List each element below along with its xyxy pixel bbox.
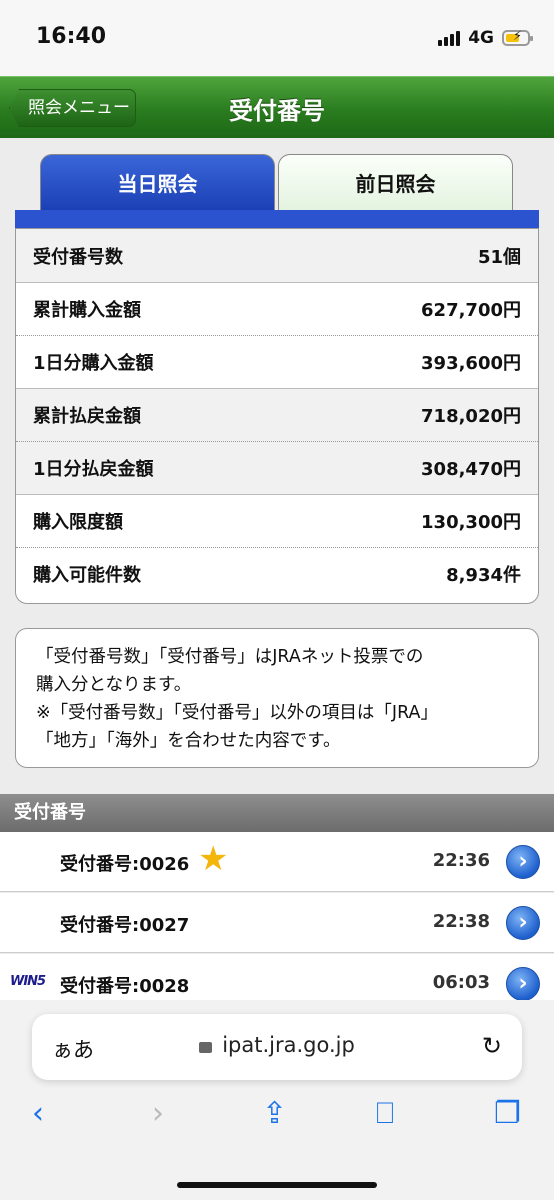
note-line: 「地方」「海外」を合わせた内容です。 [36,731,341,751]
row-value: 51個 [477,246,521,268]
home-indicator [177,1182,377,1188]
list-item[interactable]: 受付番号:0026 ★ 22:36 › [0,832,554,892]
summary-table: 受付番号数 51個 累計購入金額 627,700円 1日分購入金額 393,60… [15,228,539,604]
note-line: 「受付番号数」「受付番号」はJRAネット投票での [36,647,424,667]
section-header: 受付番号 [0,794,554,832]
tab-bar: 当日照会 前日照会 [40,154,514,212]
row-value: 308,470円 [421,459,521,480]
chevron-right-icon[interactable]: › [506,967,540,1000]
status-icons: 4G ⚡ [438,28,533,48]
note-line: ※「受付番号数」「受付番号」以外の項目は「JRA」 [36,703,438,723]
forward-icon[interactable]: › [152,1096,164,1131]
row-label: 1日分払戻金額 [33,459,154,480]
summary-row: 1日分購入金額 393,600円 [16,335,538,388]
back-icon[interactable]: ‹ [32,1096,44,1131]
row-value: 393,600円 [421,353,521,374]
tab-today[interactable]: 当日照会 [40,154,275,212]
row-label: 購入可能件数 [33,565,141,586]
url-text: ipat.jra.go.jp [222,1033,355,1057]
url-display[interactable]: ipat.jra.go.jp [32,1033,522,1057]
tab-underline [15,210,539,230]
battery-icon: ⚡ [502,29,533,46]
list-item[interactable]: WIN5 受付番号:0028 06:03 › [0,954,554,1000]
star-icon: ★ [198,839,229,879]
row-value: 718,020円 [421,406,521,427]
page-title: 受付番号 [229,97,325,125]
row-label: 受付番号数 [33,246,123,268]
status-time: 16:40 [36,24,107,49]
address-bar[interactable]: ぁあ ipat.jra.go.jp ↻ [32,1014,522,1080]
reload-icon[interactable]: ↻ [482,1032,502,1060]
receipt-time: 22:36 [432,850,490,871]
signal-icon [438,30,461,46]
browser-chrome: ぁあ ipat.jra.go.jp ↻ ‹ › ⇪ ⎕ ❐ [0,1000,554,1200]
receipt-number: 受付番号:0026 [60,854,190,875]
browser-toolbar: ‹ › ⇪ ⎕ ❐ [0,1096,554,1146]
bookmarks-icon[interactable]: ⎕ [376,1096,394,1131]
network-type: 4G [468,28,494,48]
main-content[interactable]: 当日照会 前日照会 受付番号数 51個 累計購入金額 627,700円 1日分購… [0,138,554,1000]
summary-row: 累計払戻金額 718,020円 [16,388,538,441]
summary-row: 購入可能件数 8,934件 [16,547,538,600]
row-label: 購入限度額 [33,512,123,533]
chevron-right-icon[interactable]: › [506,845,540,879]
receipt-number: 受付番号:0027 [60,915,190,936]
chevron-right-icon[interactable]: › [506,906,540,940]
nav-header: 照会メニュー 受付番号 [0,76,554,138]
summary-row: 購入限度額 130,300円 [16,494,538,547]
summary-row: 1日分払戻金額 308,470円 [16,441,538,494]
row-value: 130,300円 [421,512,521,533]
summary-row: 累計購入金額 627,700円 [16,282,538,335]
lock-icon [199,1042,213,1053]
receipt-number: 受付番号:0028 [60,976,190,997]
row-label: 累計払戻金額 [33,406,141,427]
status-bar: 16:40 4G ⚡ [0,0,554,76]
share-icon[interactable]: ⇪ [262,1096,287,1131]
row-label: 累計購入金額 [33,300,141,321]
receipt-time: 22:38 [432,911,490,932]
list-item[interactable]: 受付番号:0027 22:38 › [0,893,554,953]
row-label: 1日分購入金額 [33,353,154,374]
info-note: 「受付番号数」「受付番号」はJRAネット投票での 購入分となります。 ※「受付番… [15,628,539,768]
receipt-time: 06:03 [432,972,490,993]
row-value: 8,934件 [446,565,521,586]
tab-previous-day[interactable]: 前日照会 [278,154,513,212]
tabs-icon[interactable]: ❐ [494,1096,521,1131]
row-value: 627,700円 [421,300,521,321]
summary-row: 受付番号数 51個 [16,229,538,282]
win5-logo-icon: WIN5 [10,974,46,989]
note-line: 購入分となります。 [36,675,192,695]
